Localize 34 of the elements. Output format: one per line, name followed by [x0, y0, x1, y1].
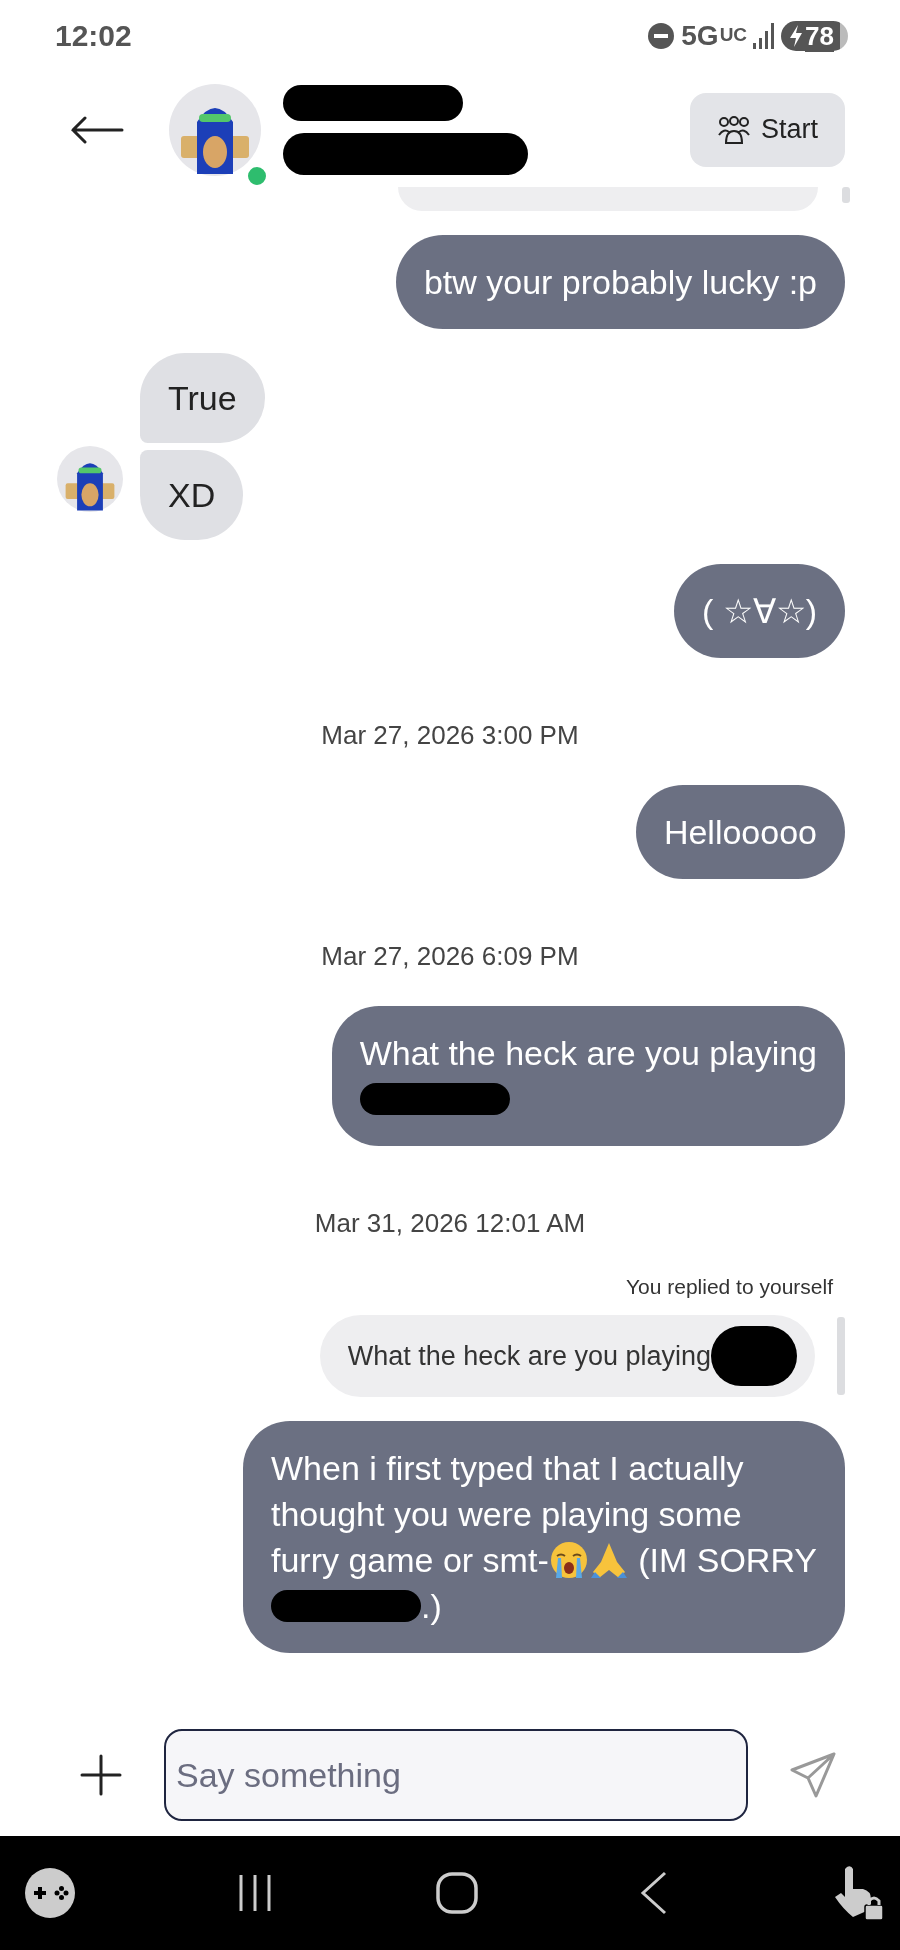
start-button[interactable]: Start: [690, 92, 845, 167]
message-text: btw your probably lucky :p: [423, 262, 817, 303]
plus-icon[interactable]: [80, 1754, 122, 1796]
send-icon[interactable]: [788, 1750, 838, 1800]
message-text: What the heck are you playing: [347, 1340, 711, 1372]
message-text: ( ☆∀☆): [701, 591, 817, 632]
crying-face-icon: [548, 1540, 589, 1580]
network-type: 5G: [681, 20, 719, 52]
scroll-indicator: [842, 187, 850, 203]
network-suffix: UC: [719, 24, 748, 46]
message-text: .): [421, 1586, 442, 1627]
message-bubble: True: [140, 353, 265, 443]
do-not-disturb-icon: [647, 22, 676, 50]
message-text: Hellooooo: [663, 812, 817, 853]
message-bubble: XD: [140, 450, 244, 540]
back-icon[interactable]: [639, 1871, 669, 1915]
reply-note: You replied to yourself: [624, 1275, 834, 1299]
clock: 12:02: [55, 19, 132, 53]
signal-icon: [753, 23, 776, 49]
message-text: When i first typed that I actually: [271, 1448, 744, 1489]
back-arrow-icon[interactable]: [70, 115, 124, 144]
date-separator: Mar 31, 2026 12:01 AM: [313, 1208, 587, 1238]
people-icon: [717, 114, 751, 145]
message-text: furry game or smt-: [271, 1540, 549, 1581]
date-separator: Mar 27, 2026 3:00 PM: [320, 720, 580, 750]
home-icon[interactable]: [435, 1871, 479, 1915]
message-text: thought you were playing some: [271, 1494, 742, 1535]
battery-level: 78: [805, 20, 834, 52]
date-separator: Mar 27, 2026 6:09 PM: [320, 941, 580, 971]
message-text: What the heck are you playing: [359, 1033, 817, 1074]
message-input[interactable]: Say something: [164, 1729, 748, 1821]
gamepad-icon[interactable]: [25, 1868, 75, 1918]
message-text: (IM SORRY: [637, 1540, 817, 1581]
avatar: [57, 446, 123, 512]
